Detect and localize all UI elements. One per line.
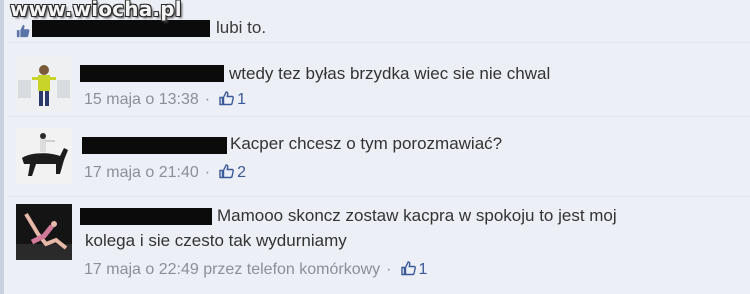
likes-summary-text: lubi to. [216,18,267,37]
comment-timestamp[interactable]: 15 maja o 13:38 [84,91,199,108]
like-count[interactable]: 1 [237,91,246,108]
redacted-author-name [80,208,212,225]
avatar-image [16,56,72,112]
thumbs-up-icon [16,24,30,38]
redacted-author-name [80,65,224,82]
avatar-image [16,128,72,184]
comment-meta: 17 maja o 22:49 przez telefon komórkowy ·… [84,260,428,278]
thumbs-up-icon[interactable] [218,163,235,179]
comment-meta: 15 maja o 13:38 · 1 [84,90,246,108]
like-count[interactable]: 2 [237,164,246,181]
thumbs-up-icon[interactable] [218,90,235,106]
comment-meta: 17 maja o 21:40 · 2 [84,163,246,181]
comment-item: wtedy tez byłas brzydka wiec sie nie chw… [8,44,750,117]
avatar-image [16,204,72,260]
redacted-author-name [82,137,227,154]
comment-text: wtedy tez byłas brzydka wiec sie nie chw… [229,64,551,83]
redacted-names [32,20,210,37]
comment-timestamp[interactable]: 17 maja o 22:49 [84,261,199,278]
comment-item: Mamooo skoncz zostaw kacpra w spokoju to… [8,198,750,294]
avatar[interactable] [16,128,72,184]
thumbs-up-icon[interactable] [400,260,417,276]
comment-text-line: Mamooo skoncz zostaw kacpra w spokoju to… [217,206,617,225]
like-count[interactable]: 1 [419,261,428,278]
comment-text: Kacper chcesz o tym porozmawiać? [230,134,503,153]
comment-timestamp[interactable]: 17 maja o 21:40 [84,164,199,181]
comment-thread: www.wiocha.pl lubi to. wtedy tez byłas b… [0,0,750,294]
watermark: www.wiocha.pl [10,0,182,21]
comment-source[interactable]: przez telefon komórkowy [203,261,380,278]
avatar[interactable] [16,204,72,260]
avatar[interactable] [16,56,72,112]
comment-item: Kacper chcesz o tym porozmawiać? 17 maja… [8,118,750,197]
comment-text-line: kolega i sie czesto tak wydurniamy [85,231,347,250]
